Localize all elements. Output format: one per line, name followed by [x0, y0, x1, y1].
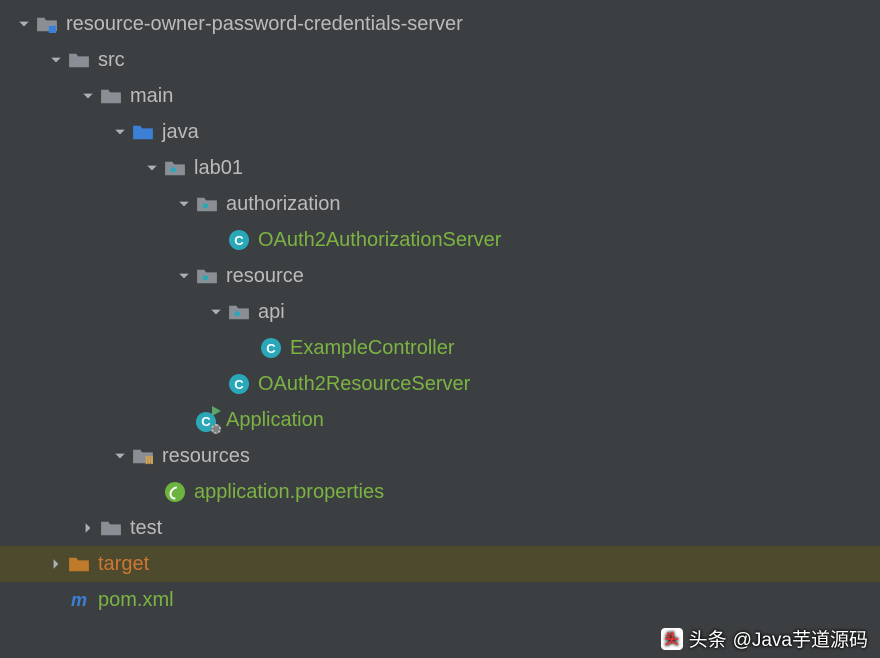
excluded-folder-icon	[66, 555, 92, 573]
module-folder-icon	[34, 15, 60, 33]
folder-icon	[98, 87, 124, 105]
tree-item-src[interactable]: src	[0, 42, 880, 78]
tree-item-label: OAuth2AuthorizationServer	[258, 229, 501, 252]
tree-item-target[interactable]: target	[0, 546, 880, 582]
watermark-text: @Java芋道源码	[733, 625, 868, 652]
watermark-prefix: 头条	[689, 625, 727, 652]
tree-item-label: resource	[226, 265, 304, 288]
maven-file-icon: m	[66, 590, 92, 610]
tree-item-label: test	[130, 517, 162, 540]
package-icon	[194, 267, 220, 285]
watermark: 头 头条 @Java芋道源码	[661, 625, 868, 652]
source-folder-icon	[130, 123, 156, 141]
chevron-down-icon[interactable]	[14, 18, 34, 30]
resources-folder-icon	[130, 447, 156, 465]
package-icon	[194, 195, 220, 213]
tree-item-main[interactable]: main	[0, 78, 880, 114]
tree-item-authorization[interactable]: authorization	[0, 186, 880, 222]
tree-item-label: target	[98, 553, 149, 576]
chevron-right-icon[interactable]	[46, 558, 66, 570]
tree-item-pom[interactable]: m pom.xml	[0, 582, 880, 618]
class-icon: C	[258, 338, 284, 358]
tree-item-label: authorization	[226, 193, 341, 216]
tree-item-label: Application	[226, 409, 324, 432]
package-icon	[162, 159, 188, 177]
chevron-right-icon[interactable]	[78, 522, 98, 534]
chevron-down-icon[interactable]	[206, 306, 226, 318]
tree-item-resource[interactable]: resource	[0, 258, 880, 294]
class-icon: C	[226, 374, 252, 394]
chevron-down-icon[interactable]	[174, 198, 194, 210]
tree-item-root[interactable]: resource-owner-password-credentials-serv…	[0, 6, 880, 42]
tree-item-resources[interactable]: resources	[0, 438, 880, 474]
tree-item-oauth-resource-server[interactable]: C OAuth2ResourceServer	[0, 366, 880, 402]
folder-icon	[98, 519, 124, 537]
runnable-class-icon: C	[194, 409, 220, 431]
tree-item-label: pom.xml	[98, 589, 174, 612]
folder-icon	[66, 51, 92, 69]
tree-item-label: OAuth2ResourceServer	[258, 373, 470, 396]
tree-item-test[interactable]: test	[0, 510, 880, 546]
tree-item-label: src	[98, 49, 125, 72]
chevron-down-icon[interactable]	[142, 162, 162, 174]
tree-item-api[interactable]: api	[0, 294, 880, 330]
tree-item-application[interactable]: C Application	[0, 402, 880, 438]
tree-item-label: java	[162, 121, 199, 144]
tree-item-label: ExampleController	[290, 337, 455, 360]
tree-item-label: resource-owner-password-credentials-serv…	[66, 13, 463, 36]
chevron-down-icon[interactable]	[110, 126, 130, 138]
class-icon: C	[226, 230, 252, 250]
tree-item-label: lab01	[194, 157, 243, 180]
package-icon	[226, 303, 252, 321]
tree-item-oauth-auth-server[interactable]: C OAuth2AuthorizationServer	[0, 222, 880, 258]
watermark-logo-icon: 头	[661, 628, 683, 650]
project-tree: resource-owner-password-credentials-serv…	[0, 0, 880, 618]
tree-item-label: application.properties	[194, 481, 384, 504]
tree-item-label: resources	[162, 445, 250, 468]
tree-item-lab01[interactable]: lab01	[0, 150, 880, 186]
chevron-down-icon[interactable]	[78, 90, 98, 102]
chevron-down-icon[interactable]	[110, 450, 130, 462]
tree-item-label: main	[130, 85, 173, 108]
chevron-down-icon[interactable]	[174, 270, 194, 282]
chevron-down-icon[interactable]	[46, 54, 66, 66]
tree-item-example-controller[interactable]: C ExampleController	[0, 330, 880, 366]
tree-item-label: api	[258, 301, 285, 324]
tree-item-app-properties[interactable]: application.properties	[0, 474, 880, 510]
spring-config-icon	[162, 482, 188, 502]
tree-item-java[interactable]: java	[0, 114, 880, 150]
